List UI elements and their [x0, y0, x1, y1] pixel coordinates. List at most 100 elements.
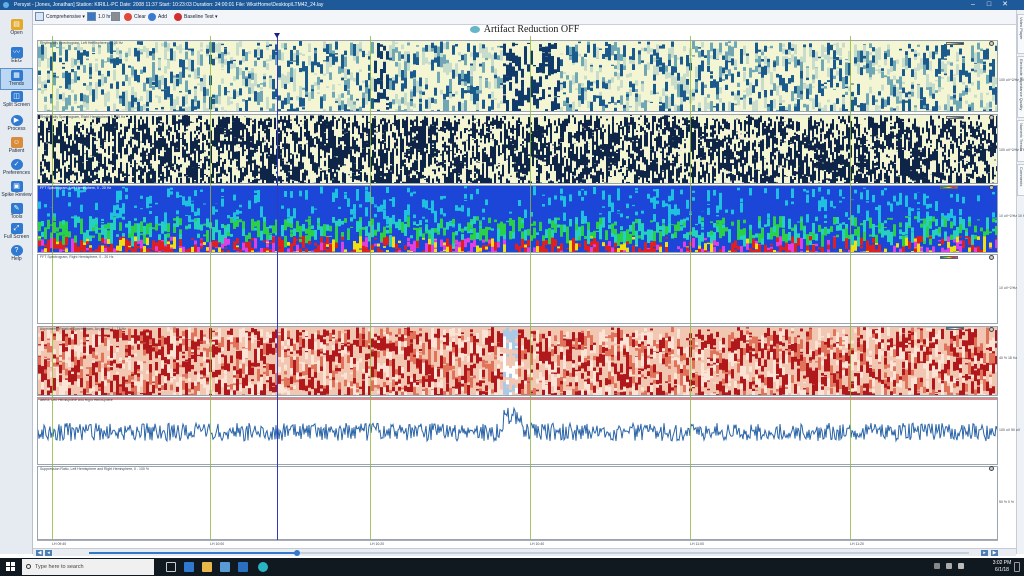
spectrogram-cell	[341, 55, 344, 69]
spectrogram-cell	[118, 182, 120, 183]
spectrogram-cell	[220, 178, 222, 183]
spectrogram-cell	[318, 168, 320, 177]
toolbar: Comprehensive ▾ 1.0 hr Clear Add Baselin…	[33, 10, 1016, 25]
spectrogram-cell	[905, 92, 908, 98]
tab-comments[interactable]: Comments	[1017, 164, 1024, 196]
spectrogram-cell	[394, 134, 396, 141]
add-button[interactable]: Add	[148, 12, 167, 23]
sidebar-item-eeg[interactable]: 〰 EEG	[0, 46, 33, 68]
sidebar-item-open[interactable]: ▤ Open	[0, 18, 33, 40]
spectrogram-cell	[428, 126, 430, 128]
spectrogram-cell	[244, 167, 246, 177]
clear-button[interactable]: Clear	[124, 12, 146, 23]
sidebar-item-split-screen[interactable]: ◫ Split Screen	[0, 90, 33, 112]
spectrogram-cell	[137, 74, 140, 83]
spectrogram-cell	[184, 132, 186, 135]
panel-layout-dropdown[interactable]: Comprehensive ▾	[35, 12, 85, 23]
spectrogram-cell	[244, 133, 246, 141]
spectrogram-cell	[252, 134, 254, 140]
spectrogram-cell	[184, 115, 186, 126]
sidebar-item-spike-review[interactable]: ▣ Spike Review	[0, 180, 33, 202]
sidebar-item-trends[interactable]: ▦ Trends	[0, 68, 33, 90]
spectrogram-cell	[845, 91, 848, 96]
spectrogram-cell	[218, 84, 221, 97]
image-tool-button[interactable]	[111, 12, 122, 23]
spectrogram-cell	[653, 74, 656, 81]
spectrogram-cell	[212, 168, 214, 174]
spectrogram-cell	[334, 117, 336, 119]
spectrogram-cell	[434, 163, 436, 170]
sidebar-item-patient[interactable]: ☺ Patient	[0, 136, 33, 158]
sidebar-item-tools[interactable]: ✎ Tools	[0, 202, 33, 224]
spectrogram-cell	[833, 50, 836, 60]
minimize-button[interactable]: –	[966, 0, 980, 10]
spectrogram-cell	[176, 110, 179, 111]
spectrogram-cell	[143, 45, 146, 52]
spectrogram-cell	[148, 163, 150, 170]
maximize-button[interactable]: □	[982, 0, 996, 10]
spectrogram-cell	[338, 180, 340, 183]
artifact-reduction-status: Artifact Reduction OFF	[33, 24, 1016, 36]
sidebar-item-help[interactable]: ? Help	[0, 244, 33, 266]
spectrogram-cell	[332, 115, 334, 127]
sidebar-item-preferences[interactable]: ✓ Preferences	[0, 158, 33, 180]
spectrogram-cell	[158, 80, 161, 90]
spectrogram-cell	[90, 157, 92, 170]
spectrogram-cell	[584, 91, 587, 101]
spectrogram-cell	[893, 60, 896, 71]
spectrogram-cell	[174, 132, 176, 143]
spectrogram-cell	[257, 52, 260, 56]
spectrogram-cell	[286, 143, 288, 150]
spectrogram-cell	[80, 47, 83, 51]
spectrogram-cell	[446, 85, 449, 97]
spectrogram-cell	[242, 117, 244, 124]
spectrogram-cell	[269, 77, 272, 89]
spectrogram-cell	[281, 73, 284, 78]
spectrogram-cell	[503, 74, 506, 83]
spectrogram-cell	[968, 104, 971, 108]
panel-settings-icon[interactable]	[989, 41, 994, 46]
spectrogram-cell	[142, 168, 144, 176]
spectrogram-cell	[442, 173, 444, 176]
spectrogram-cell	[166, 115, 168, 125]
spectrogram-cell	[245, 52, 248, 62]
spectrogram-cell	[122, 95, 125, 107]
sidebar-item-full-screen[interactable]: ⤢ Full Screen	[0, 222, 33, 244]
baseline-test-button[interactable]: Baseline Test ▾	[174, 12, 218, 23]
spectrogram-cell	[782, 48, 785, 54]
spectrogram-cell	[671, 46, 674, 58]
spectrogram-cell	[212, 98, 215, 105]
tab-electrode-impedance[interactable]: Electrode Impedance Quality	[1017, 56, 1024, 118]
spectrogram-cell	[60, 179, 62, 183]
tab-numeric-trends[interactable]: Numeric Trends	[1017, 120, 1024, 162]
spectrogram-cell	[737, 82, 740, 87]
sidebar-item-process[interactable]: ▶ Process	[0, 114, 33, 136]
spectrogram-cell	[347, 97, 350, 107]
spectrogram-cell	[71, 89, 74, 93]
spectrogram-cell	[218, 42, 221, 54]
spectrogram-cell	[611, 77, 614, 83]
rhythmicity-right-panel[interactable]: Rhythmicity Spectrogram, Right Hemispher…	[37, 114, 998, 184]
spectrogram-cell	[200, 168, 202, 182]
spectrogram-cell	[328, 132, 330, 139]
spectrogram-cell	[311, 89, 314, 92]
tab-video-player[interactable]: Video Player	[1017, 14, 1024, 54]
spectrogram-cell	[764, 45, 767, 52]
spectrogram-cell	[298, 118, 300, 125]
spectrogram-cell	[710, 42, 713, 52]
spectrogram-cell	[406, 169, 408, 182]
spectrogram-cell	[74, 64, 77, 67]
spectrogram-cell	[476, 52, 479, 58]
close-button[interactable]: ✕	[998, 0, 1012, 10]
spectrogram-cell	[755, 65, 758, 72]
spectrogram-cell	[788, 78, 791, 84]
spectrogram-cell	[830, 68, 833, 81]
spectrogram-cell	[204, 140, 206, 143]
spectrogram-cell	[450, 122, 452, 135]
spectrogram-cell	[779, 106, 782, 111]
spectrogram-cell	[162, 136, 164, 145]
zoom-button[interactable]: 1.0 hr	[87, 12, 111, 23]
spectrogram-cell	[176, 130, 178, 140]
spectrogram-cell	[192, 116, 194, 123]
rhythmicity-left-panel[interactable]: Rhythmicity Spectrogram, Left Hemisphere…	[37, 40, 998, 112]
